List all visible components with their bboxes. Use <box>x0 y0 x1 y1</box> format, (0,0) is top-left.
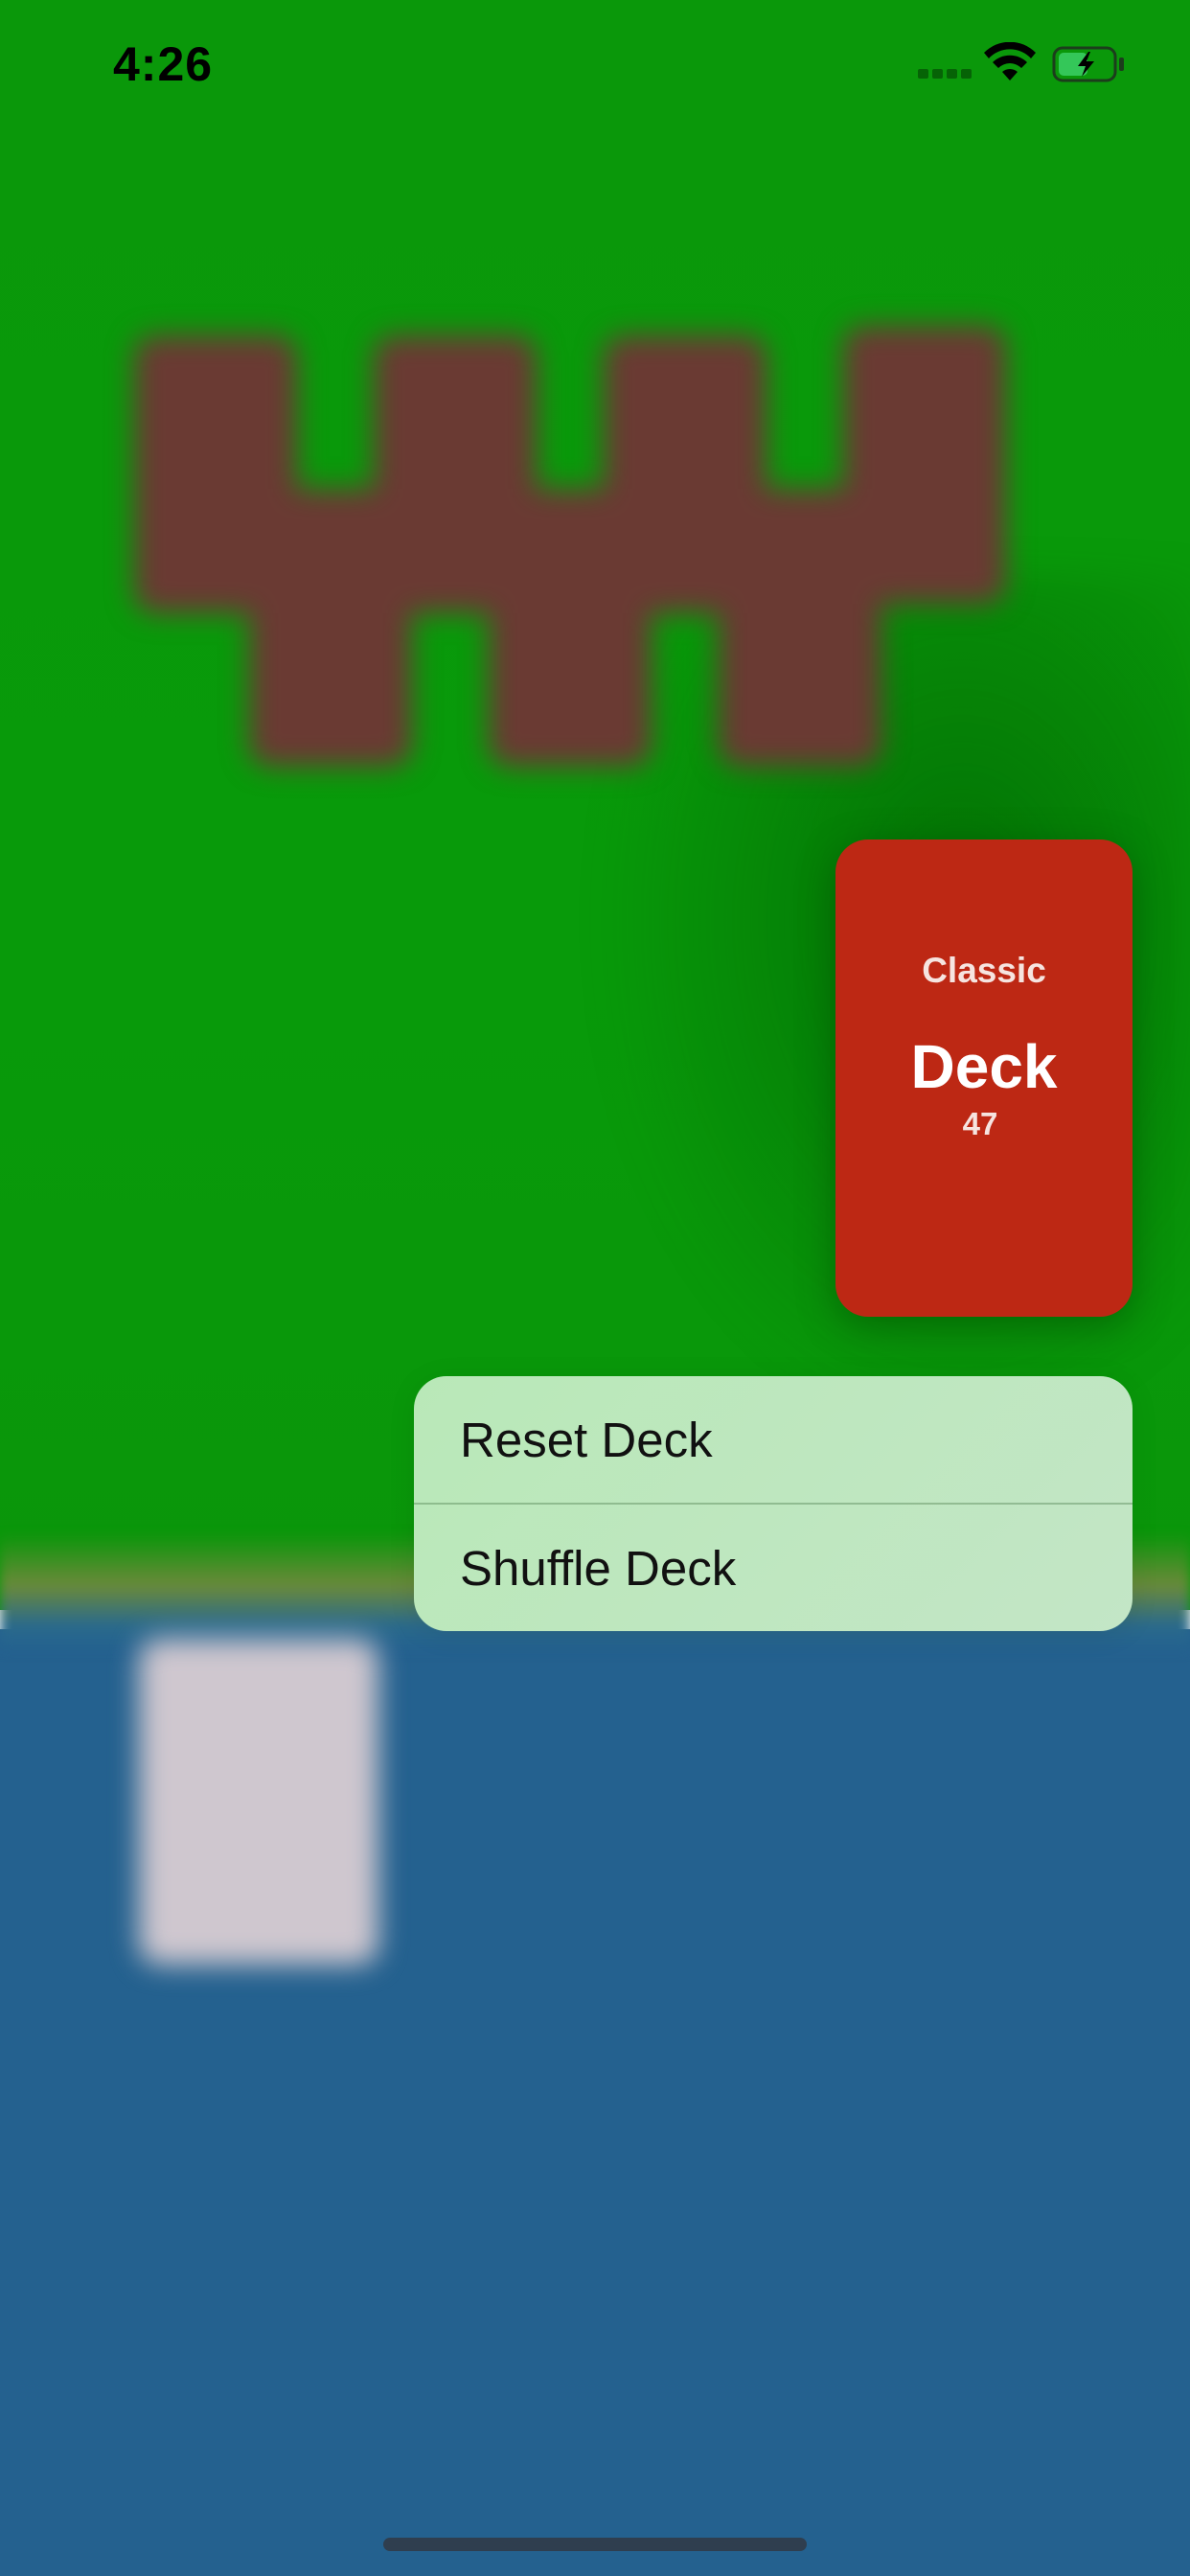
deck-card-count: 47 <box>962 1106 998 1141</box>
blurred-card <box>249 489 412 767</box>
wifi-icon <box>984 42 1036 80</box>
deck-subtitle: Classic <box>922 951 1046 990</box>
deck-card[interactable]: Classic Deck 47 <box>835 840 1133 1317</box>
blurred-face-up-card <box>139 1639 378 1965</box>
battery-charging-icon <box>1052 46 1124 82</box>
status-bar: 4:26 <box>0 0 1190 134</box>
deck-title: Deck <box>910 1032 1058 1101</box>
blurred-card <box>719 489 881 767</box>
blurred-card <box>489 489 652 767</box>
context-menu: Reset Deck Shuffle Deck <box>414 1376 1133 1631</box>
shuffle-deck-menu-item[interactable]: Shuffle Deck <box>414 1505 1133 1631</box>
reset-deck-menu-item[interactable]: Reset Deck <box>414 1376 1133 1503</box>
home-indicator[interactable] <box>383 2538 807 2551</box>
screen: 4:26 Classic Deck 47 Reset Deck Shuffle … <box>0 0 1190 2576</box>
cellular-signal-icon <box>918 69 972 80</box>
status-time: 4:26 <box>113 37 214 91</box>
